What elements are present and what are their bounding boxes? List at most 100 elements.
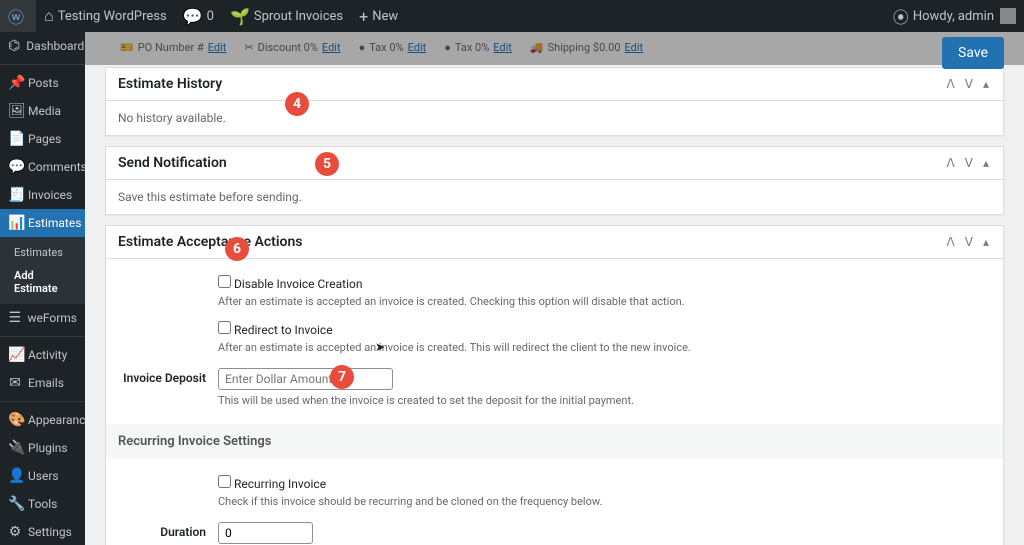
annotation-badge-5: 5: [315, 152, 339, 176]
sprout-icon: 🌱: [230, 7, 250, 26]
toggle-icon[interactable]: ▴: [981, 77, 991, 91]
scissors-icon: ✂: [244, 41, 253, 54]
admin-bar: ⓦ ⌂Testing WordPress 💬0 🌱Sprout Invoices…: [0, 0, 1024, 32]
estimate-history-body: No history available.: [106, 101, 1003, 135]
users-icon: 👤: [8, 468, 22, 484]
po-edit-link[interactable]: Edit: [208, 41, 227, 54]
move-down-icon[interactable]: ᐯ: [963, 77, 975, 91]
tools-icon: 🔧: [8, 496, 22, 512]
acceptance-actions-body: Disable Invoice Creation After an estima…: [106, 259, 1003, 545]
ticket-icon: 🎫: [120, 41, 134, 54]
toggle-icon[interactable]: ▴: [981, 235, 991, 249]
save-button[interactable]: Save: [942, 37, 1004, 69]
disable-invoice-checkbox[interactable]: [218, 275, 231, 288]
redirect-invoice-checkbox-label[interactable]: Redirect to Invoice: [218, 323, 333, 337]
invoice-deposit-desc: This will be used when the invoice is cr…: [218, 393, 768, 408]
admin-sidebar: ⌬Dashboard 📌Posts 🖼Media 📄Pages 💬Comment…: [0, 32, 85, 545]
sidebar-item-weforms[interactable]: ☰weForms: [0, 304, 85, 332]
tax1-item: ●Tax 0% Edit: [359, 41, 427, 54]
shipping-item: 🚚Shipping $0.00 Edit: [530, 41, 643, 54]
annotation-badge-7: 7: [330, 365, 354, 389]
home-icon: ⌂: [44, 6, 54, 26]
sidebar-item-posts[interactable]: 📌Posts: [0, 69, 85, 97]
duration-input[interactable]: [218, 522, 313, 544]
sidebar-item-pages[interactable]: 📄Pages: [0, 125, 85, 153]
sidebar-item-appearance[interactable]: 🎨Appearance: [0, 406, 85, 434]
pin-icon: 📌: [8, 75, 22, 91]
comment-icon: 💬: [8, 159, 22, 175]
plus-icon: +: [359, 7, 368, 26]
move-down-icon[interactable]: ᐯ: [963, 156, 975, 170]
annotation-badge-6: 6: [225, 237, 249, 261]
tax2-item: ●Tax 0% Edit: [444, 41, 512, 54]
comment-count: 0: [207, 9, 214, 24]
recurring-settings-heading: Recurring Invoice Settings: [106, 424, 1003, 459]
sidebar-item-dashboard[interactable]: ⌬Dashboard: [0, 32, 85, 60]
tax2-edit-link[interactable]: Edit: [493, 41, 512, 54]
sidebar-item-invoices[interactable]: 🧾Invoices: [0, 181, 85, 209]
sprout-invoices-link[interactable]: 🌱Sprout Invoices: [222, 0, 351, 32]
appearance-icon: 🎨: [8, 412, 22, 428]
comment-icon: 💬: [183, 7, 203, 26]
move-up-icon[interactable]: ᐱ: [945, 235, 957, 249]
move-up-icon[interactable]: ᐱ: [945, 156, 957, 170]
account-link[interactable]: ⦿Howdy, admin: [885, 0, 1024, 32]
sidebar-item-plugins[interactable]: 🔌Plugins: [0, 434, 85, 462]
sidebar-item-activity[interactable]: 📈Activity: [0, 341, 85, 369]
invoice-deposit-label: Invoice Deposit: [118, 368, 218, 385]
submenu-estimates-list[interactable]: Estimates: [0, 241, 85, 264]
annotation-badge-4: 4: [285, 92, 309, 116]
estimate-history-title: Estimate History: [118, 76, 945, 92]
redirect-invoice-desc: After an estimate is accepted an invoice…: [218, 340, 768, 355]
site-home-link[interactable]: ⌂ Testing WordPress: [36, 0, 175, 32]
po-number-item: 🎫PO Number # Edit: [120, 41, 226, 54]
sidebar-item-comments[interactable]: 💬Comments: [0, 153, 85, 181]
redirect-invoice-checkbox[interactable]: [218, 321, 231, 334]
estimate-history-header: Estimate History ᐱ ᐯ ▴: [106, 68, 1003, 101]
send-notification-header: Send Notification ᐱ ᐯ ▴: [106, 147, 1003, 180]
estimate-history-box: Estimate History ᐱ ᐯ ▴ No history availa…: [105, 67, 1004, 136]
coin-icon: ●: [359, 41, 366, 54]
sidebar-item-settings[interactable]: ⚙Settings: [0, 518, 85, 545]
move-down-icon[interactable]: ᐯ: [963, 235, 975, 249]
discount-edit-link[interactable]: Edit: [322, 41, 341, 54]
acceptance-actions-box: Estimate Acceptance Actions ᐱ ᐯ ▴ Disabl…: [105, 225, 1004, 545]
sidebar-item-emails[interactable]: ✉Emails: [0, 369, 85, 397]
settings-icon: ⚙: [8, 524, 22, 540]
recurring-checkbox[interactable]: [218, 475, 231, 488]
dashboard-icon: ⌬: [8, 38, 20, 54]
sidebar-item-estimates[interactable]: 📊Estimates: [0, 209, 85, 237]
sidebar-item-users[interactable]: 👤Users: [0, 462, 85, 490]
estimates-submenu: Estimates Add Estimate: [0, 237, 85, 304]
move-up-icon[interactable]: ᐱ: [945, 77, 957, 91]
toggle-icon[interactable]: ▴: [981, 156, 991, 170]
invoice-icon: 🧾: [8, 187, 22, 203]
send-notification-title: Send Notification: [118, 155, 945, 171]
submenu-add-estimate[interactable]: Add Estimate: [0, 264, 85, 300]
new-content-link[interactable]: +New: [351, 0, 406, 32]
send-notification-body: Save this estimate before sending.: [106, 180, 1003, 214]
wordpress-icon: ⓦ: [8, 4, 24, 28]
disable-invoice-desc: After an estimate is accepted an invoice…: [218, 294, 768, 309]
forms-icon: ☰: [8, 310, 21, 326]
wp-logo[interactable]: ⓦ: [0, 0, 36, 32]
duration-label: Duration: [118, 522, 218, 539]
sidebar-item-media[interactable]: 🖼Media: [0, 97, 85, 125]
page-icon: 📄: [8, 131, 22, 147]
comments-link[interactable]: 💬0: [175, 0, 222, 32]
tax1-edit-link[interactable]: Edit: [408, 41, 427, 54]
truck-icon: 🚚: [530, 41, 544, 54]
cursor-icon: ➤: [375, 340, 385, 354]
recurring-checkbox-label[interactable]: Recurring Invoice: [218, 477, 326, 491]
invoice-deposit-input[interactable]: [218, 368, 393, 390]
disable-invoice-checkbox-label[interactable]: Disable Invoice Creation: [218, 277, 362, 291]
send-notification-box: Send Notification ᐱ ᐯ ▴ Save this estima…: [105, 146, 1004, 215]
coin-icon: ●: [444, 41, 451, 54]
shipping-edit-link[interactable]: Edit: [625, 41, 644, 54]
email-icon: ✉: [8, 375, 22, 391]
discount-item: ✂Discount 0% Edit: [244, 41, 340, 54]
estimate-top-strip: 🎫PO Number # Edit ✂Discount 0% Edit ●Tax…: [105, 32, 1004, 62]
avatar: [1000, 8, 1016, 24]
sidebar-item-tools[interactable]: 🔧Tools: [0, 490, 85, 518]
site-name: Testing WordPress: [58, 9, 167, 24]
